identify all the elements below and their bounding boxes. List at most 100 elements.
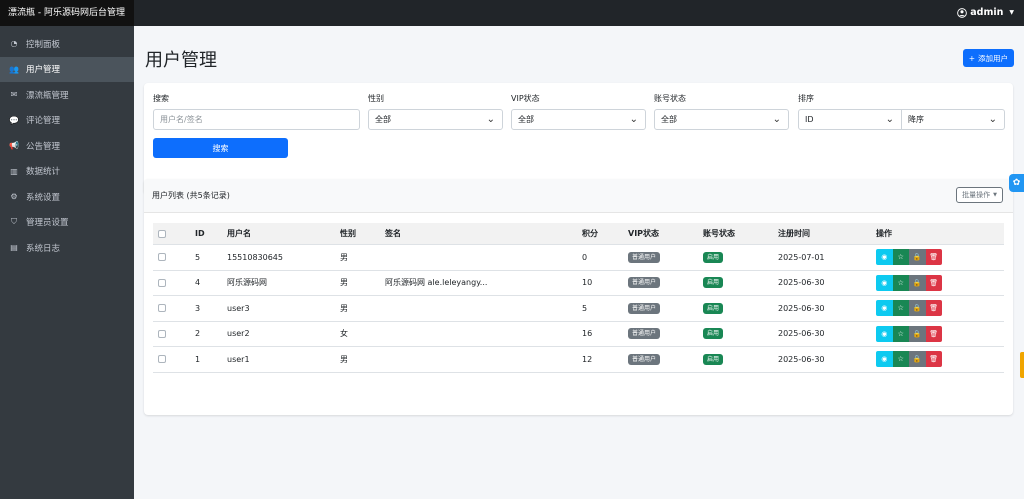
batch-actions-label: 批量操作 bbox=[962, 191, 991, 199]
chevron-down-icon: ⌄ bbox=[988, 114, 997, 125]
sidebar-item-7[interactable]: ⛉ 管理员设置 bbox=[0, 210, 134, 236]
sidebar-item-1[interactable]: 👥 用户管理 bbox=[0, 56, 134, 82]
trash-action-button[interactable]: 🗑 bbox=[925, 351, 942, 368]
eye-icon: ◉ bbox=[881, 329, 888, 338]
sidebar-item-label: 公告管理 bbox=[26, 141, 61, 152]
plus-icon: + bbox=[968, 53, 975, 63]
column-header: VIP状态 bbox=[628, 229, 660, 238]
vip-status-badge: 普通用户 bbox=[628, 277, 661, 289]
row-checkbox[interactable] bbox=[158, 278, 166, 287]
cell-gender: 女 bbox=[340, 329, 348, 339]
floating-helper-icon[interactable]: ✿ bbox=[1009, 174, 1024, 192]
user-menu[interactable]: admin ▼ bbox=[957, 0, 1014, 26]
search-input[interactable]: 用户名/签名 bbox=[153, 109, 360, 130]
lock-action-button[interactable]: 🔒 bbox=[909, 300, 926, 317]
account-status-select[interactable]: 全部 ⌄ bbox=[654, 109, 789, 130]
column-header: 性别 bbox=[340, 229, 356, 238]
batch-actions-button[interactable]: 批量操作 ▼ bbox=[956, 187, 1003, 203]
cell-registered: 2025-06-30 bbox=[778, 278, 825, 288]
column-header: 用户名 bbox=[227, 229, 251, 238]
cell-gender: 男 bbox=[340, 278, 348, 288]
row-checkbox[interactable] bbox=[158, 304, 166, 313]
eye-action-button[interactable]: ◉ bbox=[876, 249, 893, 266]
user-list-card: 用户列表 (共5条记录) 批量操作 ▼ ID 用户名 性别 签名 积分 VIP状… bbox=[144, 179, 1013, 415]
vip-status-badge: 普通用户 bbox=[628, 353, 661, 365]
cell-registered: 2025-07-01 bbox=[778, 252, 825, 262]
row-checkbox[interactable] bbox=[158, 355, 166, 364]
table-row: 5 15510830645 男 0 2025-07-01 普通用户 启用 ◉ ☆ 🔒 🗑 bbox=[153, 245, 1004, 271]
chevron-down-icon: ⌄ bbox=[486, 114, 495, 125]
star-action-button[interactable]: ☆ bbox=[892, 249, 909, 266]
cell-id: 5 bbox=[195, 252, 201, 262]
star-action-button[interactable]: ☆ bbox=[892, 300, 909, 317]
trash-icon: 🗑 bbox=[929, 355, 939, 364]
cell-username: 15510830645 bbox=[227, 252, 283, 262]
cell-gender: 男 bbox=[340, 252, 348, 262]
vip-status-badge: 普通用户 bbox=[628, 302, 661, 314]
vip-status-badge: 普通用户 bbox=[628, 328, 661, 340]
log-icon: ▤ bbox=[10, 243, 18, 253]
users-icon: 👥 bbox=[9, 64, 19, 74]
trash-action-button[interactable]: 🗑 bbox=[925, 249, 942, 266]
star-action-button[interactable]: ☆ bbox=[892, 351, 909, 368]
megaphone-icon: 📢 bbox=[9, 141, 19, 151]
lock-action-button[interactable]: 🔒 bbox=[909, 351, 926, 368]
lock-icon: 🔒 bbox=[912, 304, 922, 313]
sidebar: ◔ 控制面板 👥 用户管理 ✉ 漂流瓶管理 💬 评论管理 📢 公告管理 ▥ 数据统计 ⚙ 系统设置 ⛉ 管理员… bbox=[0, 26, 134, 499]
lock-action-button[interactable]: 🔒 bbox=[909, 325, 926, 342]
gear-icon: ⚙ bbox=[10, 192, 18, 202]
sidebar-item-label: 数据统计 bbox=[26, 167, 61, 178]
sidebar-item-0[interactable]: ◔ 控制面板 bbox=[0, 31, 134, 57]
sidebar-item-label: 管理员设置 bbox=[26, 218, 69, 229]
star-icon: ☆ bbox=[897, 355, 904, 364]
chevron-down-icon: ⌄ bbox=[772, 114, 781, 125]
sidebar-item-label: 系统设置 bbox=[26, 192, 61, 203]
gender-select[interactable]: 全部 ⌄ bbox=[368, 109, 503, 130]
row-checkbox[interactable] bbox=[158, 329, 166, 338]
vip-select[interactable]: 全部 ⌄ bbox=[511, 109, 646, 130]
trash-icon: 🗑 bbox=[929, 253, 939, 262]
column-header: 操作 bbox=[876, 229, 892, 238]
sidebar-item-5[interactable]: ▥ 数据统计 bbox=[0, 159, 134, 185]
trash-action-button[interactable]: 🗑 bbox=[925, 274, 942, 291]
sidebar-item-4[interactable]: 📢 公告管理 bbox=[0, 133, 134, 159]
sidebar-item-label: 系统日志 bbox=[26, 243, 61, 254]
sidebar-item-2[interactable]: ✉ 漂流瓶管理 bbox=[0, 82, 134, 108]
user-name: admin bbox=[970, 7, 1004, 18]
select-all-checkbox[interactable] bbox=[158, 229, 166, 238]
list-title: 用户列表 (共5条记录) bbox=[152, 191, 230, 200]
shield-icon: ⛉ bbox=[11, 217, 17, 227]
lock-action-button[interactable]: 🔒 bbox=[909, 274, 926, 291]
add-user-button[interactable]: + 添加用户 bbox=[962, 49, 1014, 67]
lock-action-button[interactable]: 🔒 bbox=[909, 249, 926, 266]
eye-action-button[interactable]: ◉ bbox=[876, 325, 893, 342]
trash-action-button[interactable]: 🗑 bbox=[925, 325, 942, 342]
star-action-button[interactable]: ☆ bbox=[892, 274, 909, 291]
list-header: 用户列表 (共5条记录) 批量操作 ▼ bbox=[144, 179, 1013, 213]
search-button[interactable]: 搜索 bbox=[153, 138, 288, 158]
eye-icon: ◉ bbox=[881, 253, 888, 262]
cell-id: 1 bbox=[195, 354, 201, 364]
eye-action-button[interactable]: ◉ bbox=[876, 300, 893, 317]
row-checkbox[interactable] bbox=[158, 253, 166, 262]
star-action-button[interactable]: ☆ bbox=[892, 325, 909, 342]
caret-down-icon: ▼ bbox=[993, 192, 997, 198]
sidebar-item-6[interactable]: ⚙ 系统设置 bbox=[0, 184, 134, 210]
account-status-badge: 启用 bbox=[703, 251, 724, 263]
eye-action-button[interactable]: ◉ bbox=[876, 351, 893, 368]
sidebar-item-8[interactable]: ▤ 系统日志 bbox=[0, 235, 134, 261]
lock-icon: 🔒 bbox=[912, 329, 922, 338]
sort-order-select[interactable]: 降序 ⌄ bbox=[901, 109, 1005, 130]
sidebar-item-label: 漂流瓶管理 bbox=[26, 90, 69, 101]
sidebar-item-label: 控制面板 bbox=[26, 39, 61, 50]
sidebar-item-3[interactable]: 💬 评论管理 bbox=[0, 108, 134, 134]
table-row: 2 user2 女 16 2025-06-30 普通用户 启用 ◉ ☆ 🔒 🗑 bbox=[153, 322, 1004, 347]
trash-action-button[interactable]: 🗑 bbox=[925, 300, 942, 317]
sort-field-select[interactable]: ID ⌄ bbox=[798, 109, 902, 130]
trash-icon: 🗑 bbox=[929, 329, 939, 338]
eye-action-button[interactable]: ◉ bbox=[876, 274, 893, 291]
app-title[interactable]: 漂流瓶 - 阿乐源码网后台管理 bbox=[0, 0, 134, 26]
gender-select-value: 全部 bbox=[375, 115, 391, 124]
account-status-select-value: 全部 bbox=[661, 115, 677, 124]
column-header: ID bbox=[195, 229, 205, 238]
